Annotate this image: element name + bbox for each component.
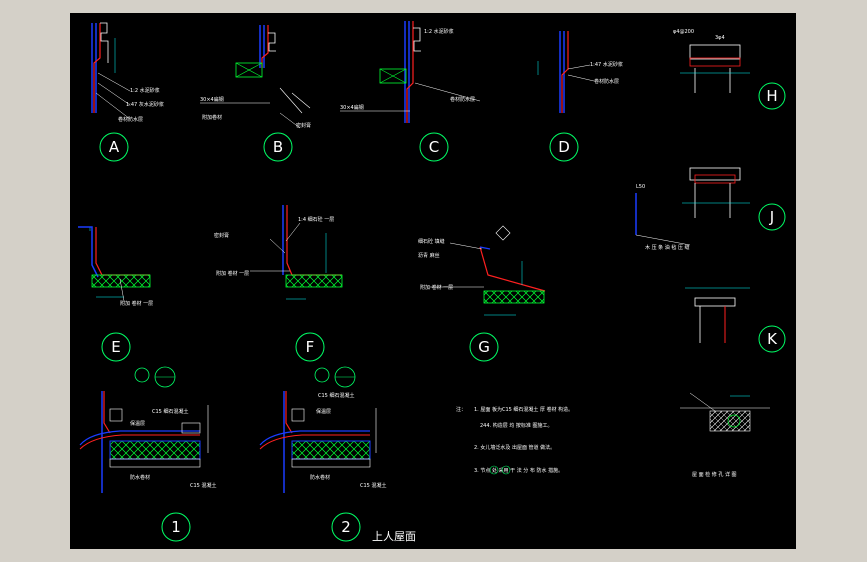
b-note-1: 30×4扁钢 [200,96,224,103]
c-note-3: 30×4扁钢 [340,104,364,111]
g-note-1: 细石砼 填缝 [418,238,445,245]
detail-a-bubble: A [109,138,120,156]
one-note-2: 保温层 [130,420,145,427]
detail-d-bubble: D [558,138,570,156]
notes-head: 注： [456,406,466,413]
b-note-3: 密封膏 [296,122,311,129]
general-notes: 注： 1. 屋面 板为C15 细石混凝土 厚 卷材 构造。 244. 构造层 均… [456,406,573,475]
c-note-1: 1:2 水泥砂浆 [424,28,454,35]
note-3: 3. 节点 处 采用 干 法 分 布 防水 措施。 [474,467,563,474]
drawing-sheet: 1:2 水泥砂浆 1:47 灰水泥砂浆 卷材防水层 A 30×4扁钢 附加卷材 … [70,13,796,549]
detail-j: L50 木 压 条 油 毡 压 缝 J [635,167,786,251]
detail-g: 细石砼 填缝 沥青 麻丝 附加 卷材 一层 G [418,225,546,362]
note-1: 1. 屋面 板为C15 细石混凝土 厚 卷材 构造。 [474,406,573,413]
c-note-2: 卷材防水层 [450,96,475,103]
detail-g-bubble: G [478,338,490,356]
detail-f-bubble: F [306,338,315,356]
detail-e-bubble: E [111,338,120,356]
note-1b: 244. 构造层 均 按标准 图施工。 [480,422,553,429]
bottom-note: 屋 面 检 修 孔 详 图 [692,471,737,478]
a-note-2: 1:47 灰水泥砂浆 [126,101,164,108]
d-note-1: 1:47 水泥砂浆 [590,61,623,68]
one-note-1: C15 细石混凝土 [152,408,188,415]
detail-2: C15 细石混凝土 保温层 C15 混凝土 防水卷材 2 [259,366,386,542]
note-2: 2. 女儿墙泛水及 出屋面 管道 做法。 [474,444,555,451]
detail-b: 30×4扁钢 附加卷材 密封膏 B [200,25,311,162]
detail-c-bubble: C [429,138,439,156]
two-note-4: 防水卷材 [310,474,330,481]
detail-c: 1:2 水泥砂浆 卷材防水层 30×4扁钢 C [340,21,481,162]
detail-2-bubble: 2 [341,518,351,536]
j-dim: L50 [636,184,645,190]
one-note-3: C15 混凝土 [190,482,216,489]
g-note-2: 沥青 麻丝 [418,252,440,259]
detail-j-bubble: J [769,208,774,226]
d-note-2: 卷材防水层 [594,78,619,85]
f-note-1: 1:4 细石砼 一层 [298,216,334,223]
roof-hatch-detail: 屋 面 检 修 孔 详 图 [680,392,770,478]
a-note-3: 卷材防水层 [118,116,143,123]
drawing-title: 上人屋面 [372,530,416,543]
h-dim-1: φ4@200 [673,29,694,35]
e-note: 附加 卷材 一层 [120,300,153,307]
two-note-3: C15 混凝土 [360,482,386,489]
detail-h: φ4@200 3φ4 H [673,29,786,110]
detail-k: K [685,287,786,353]
a-note-1: 1:2 水泥砂浆 [130,87,160,94]
b-note-2: 附加卷材 [202,114,222,121]
detail-f: 1:4 细石砼 一层 密封膏 附加 卷材 一层 F [214,205,343,362]
two-note-1: C15 细石混凝土 [318,392,354,399]
one-note-4: 防水卷材 [130,474,150,481]
two-note-2: 保温层 [316,408,331,415]
f-note-2: 附加 卷材 一层 [216,270,249,277]
h-dim-2: 3φ4 [715,35,725,41]
detail-1-bubble: 1 [171,518,181,536]
detail-a: 1:2 水泥砂浆 1:47 灰水泥砂浆 卷材防水层 A [91,22,164,162]
detail-d: 1:47 水泥砂浆 卷材防水层 D [537,31,623,162]
detail-k-bubble: K [767,330,778,348]
detail-1: C15 细石混凝土 保温层 C15 混凝土 防水卷材 1 [79,366,216,542]
j-note: 木 压 条 油 毡 压 缝 [645,244,690,251]
detail-e: 附加 卷材 一层 E [78,226,153,362]
detail-b-bubble: B [273,138,283,156]
detail-h-bubble: H [766,87,777,105]
g-note-3: 附加 卷材 一层 [420,284,453,291]
f-note-3: 密封膏 [214,232,229,239]
